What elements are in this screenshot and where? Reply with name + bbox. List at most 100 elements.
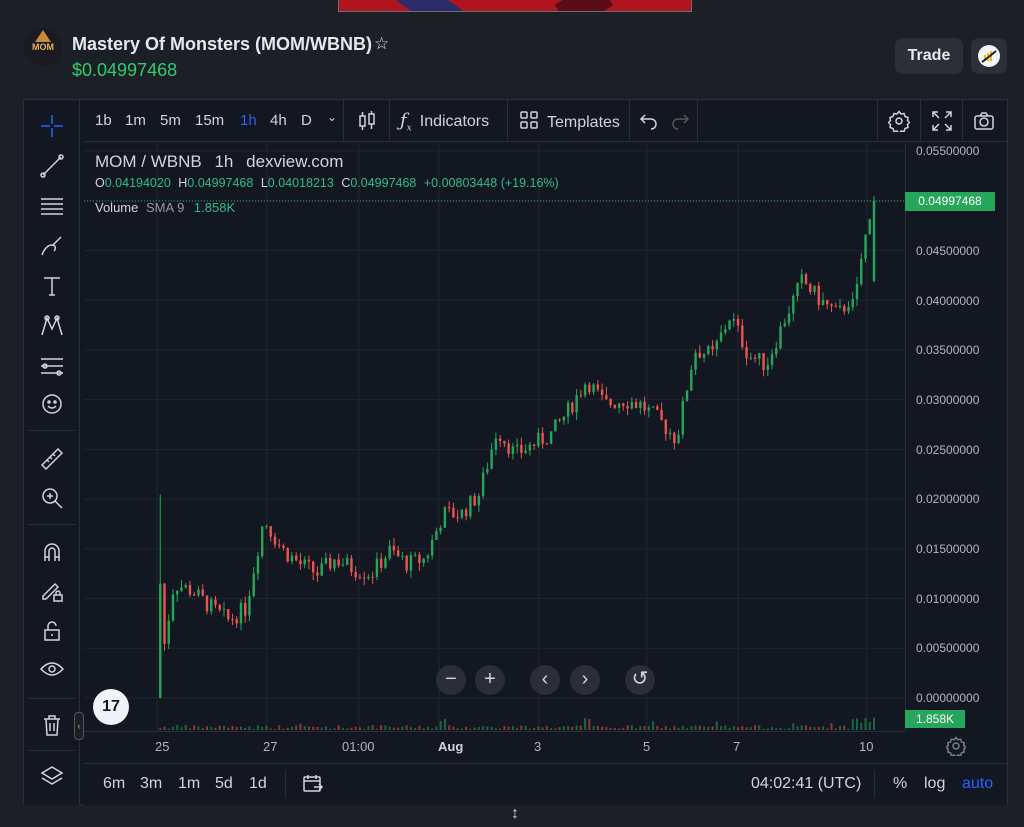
auto-scale-button[interactable]: auto: [962, 775, 993, 793]
pattern-icon[interactable]: [38, 312, 66, 340]
zoom-out-button[interactable]: −: [436, 665, 466, 695]
trade-button[interactable]: Trade: [895, 38, 963, 74]
text-tool-icon[interactable]: [38, 272, 66, 300]
volume-bar: [312, 726, 315, 730]
wallet-button[interactable]: [971, 38, 1007, 74]
wallet-logo-icon: [978, 45, 1000, 67]
chart-pane[interactable]: [84, 143, 904, 731]
timeframe-1b[interactable]: 1b: [95, 112, 112, 129]
candle-body: [787, 313, 791, 324]
volume-bar: [341, 727, 344, 730]
brush-icon[interactable]: [38, 232, 66, 260]
zoom-in-icon[interactable]: [38, 484, 66, 512]
ruler-icon[interactable]: [38, 445, 66, 473]
candle-body: [167, 620, 170, 644]
candle-body: [694, 352, 697, 370]
volume-bar: [686, 728, 689, 730]
lock-drawing-icon[interactable]: [38, 577, 66, 605]
trend-line-icon[interactable]: [38, 152, 66, 180]
magnet-icon[interactable]: [38, 538, 66, 566]
timeframe-5m[interactable]: 5m: [160, 112, 181, 129]
settings-gear-icon[interactable]: [887, 110, 911, 135]
candle-body: [371, 576, 374, 578]
indicators-button[interactable]: ƒx Indicators: [400, 110, 489, 134]
volume-bar: [460, 728, 463, 730]
trash-icon[interactable]: [38, 711, 66, 739]
tradingview-logo[interactable]: 17: [93, 689, 129, 725]
reset-chart-button[interactable]: ↺: [625, 665, 655, 695]
volume-bar: [766, 728, 769, 730]
crosshair-icon[interactable]: [38, 112, 66, 140]
timeframe-D[interactable]: D: [301, 112, 312, 129]
candle-body: [295, 555, 298, 561]
candle-body: [630, 402, 634, 409]
measure-lines-icon[interactable]: [38, 352, 66, 380]
candle-body: [647, 407, 651, 411]
candle-body: [447, 507, 451, 509]
candle-body: [265, 526, 268, 528]
volume-bar: [265, 725, 268, 730]
volume-bar: [286, 727, 289, 730]
resize-handle-icon[interactable]: ↕: [508, 805, 522, 825]
scroll-right-button[interactable]: ›: [570, 665, 600, 695]
volume-bar: [732, 726, 735, 730]
eye-icon[interactable]: [38, 655, 66, 683]
candle-body: [800, 274, 803, 284]
axis-settings-icon[interactable]: [944, 736, 968, 759]
range-1d[interactable]: 1d: [249, 775, 267, 793]
volume-bar: [609, 727, 612, 730]
unlock-icon[interactable]: [38, 617, 66, 645]
fullscreen-icon[interactable]: [931, 110, 953, 132]
range-1m[interactable]: 1m: [178, 775, 200, 793]
timeframe-4h[interactable]: 4h: [270, 112, 287, 129]
candle-body: [868, 219, 871, 235]
price-label: 0.05500000: [916, 144, 980, 158]
favorite-star-icon[interactable]: ☆: [374, 34, 389, 54]
collapse-toolbar-button[interactable]: ‹: [74, 712, 84, 740]
candle-body: [452, 507, 455, 518]
redo-icon[interactable]: [669, 110, 691, 132]
candle-body: [643, 401, 646, 411]
layers-icon[interactable]: [38, 763, 66, 791]
timeframe-1h[interactable]: 1h: [240, 112, 257, 129]
price-label: 0.03500000: [916, 343, 980, 357]
go-to-date-icon[interactable]: [302, 773, 324, 795]
candle-body: [396, 550, 400, 557]
log-scale-button[interactable]: log: [924, 775, 945, 793]
candlestick-chart[interactable]: [84, 143, 904, 731]
camera-icon[interactable]: [973, 110, 995, 132]
volume-bar: [541, 727, 544, 730]
horizontal-lines-icon[interactable]: [38, 192, 66, 220]
templates-button[interactable]: Templates: [519, 110, 620, 135]
emoji-icon[interactable]: [38, 390, 66, 418]
candle-body: [719, 332, 723, 342]
volume-bar: [758, 725, 761, 730]
range-3m[interactable]: 3m: [140, 775, 162, 793]
volume-bar: [792, 723, 795, 730]
volume-legend: Volume SMA 9 1.858K: [95, 200, 236, 215]
timeframe-1m[interactable]: 1m: [125, 112, 146, 129]
timeframe-15m[interactable]: 15m: [195, 112, 224, 129]
volume-bar: [868, 722, 871, 730]
percent-scale-button[interactable]: %: [893, 775, 907, 793]
candle-style-icon[interactable]: [356, 110, 378, 132]
undo-icon[interactable]: [638, 110, 660, 132]
volume-bar: [431, 728, 434, 730]
time-label: 01:00: [342, 739, 375, 754]
candle-body: [248, 596, 251, 616]
candle-body: [358, 577, 362, 579]
range-5d[interactable]: 5d: [215, 775, 233, 793]
volume-bar: [660, 728, 663, 730]
candle-body: [180, 587, 183, 591]
token-logo: MOM: [24, 28, 62, 66]
utc-clock[interactable]: 04:02:41 (UTC): [751, 775, 861, 793]
volume-bar: [176, 725, 179, 730]
function-icon: ƒx: [400, 110, 412, 134]
range-6m[interactable]: 6m: [103, 775, 125, 793]
timeframe-dropdown-icon[interactable]: ⌄: [327, 110, 337, 124]
zoom-in-button[interactable]: +: [475, 665, 505, 695]
time-axis[interactable]: [84, 731, 905, 762]
candle-body: [826, 299, 829, 305]
volume-bar: [486, 726, 489, 730]
scroll-left-button[interactable]: ‹: [530, 665, 560, 695]
